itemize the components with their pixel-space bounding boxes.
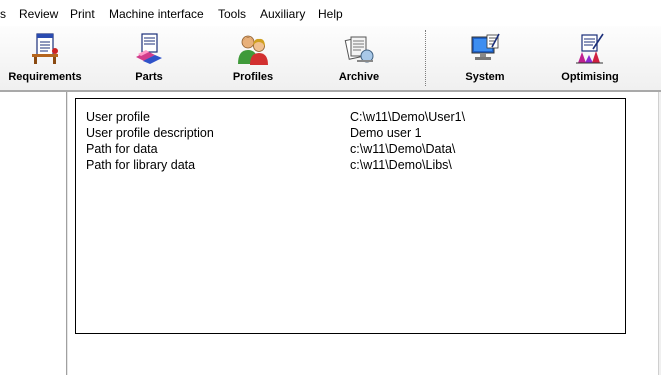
parts-icon (136, 33, 162, 64)
toolbar: Requirements Parts Profiles Archive Syst… (0, 26, 661, 90)
user-profile-label: User profile (86, 110, 150, 124)
system-label: System (465, 71, 505, 83)
system-icon (471, 33, 500, 60)
left-panel (0, 92, 67, 375)
optimising-icon (576, 33, 604, 64)
path-for-library-data-label: Path for library data (86, 158, 196, 172)
profiles-button[interactable]: Profiles (214, 29, 292, 87)
archive-icon (344, 36, 374, 63)
menu-item-help[interactable]: Help (318, 7, 343, 21)
info-row-user-profile: User profile C:\w11\Demo\User1\ (86, 109, 616, 125)
menu-item-machine-interface[interactable]: Machine interface (109, 7, 204, 21)
info-row-user-profile-description: User profile description Demo user 1 (86, 125, 616, 141)
info-row-path-for-library-data: Path for library data c:\w11\Demo\Libs\ (86, 157, 616, 173)
menu-item-review[interactable]: Review (19, 7, 58, 21)
user-profile-description-label: User profile description (86, 126, 214, 140)
optimising-button[interactable]: Optimising (551, 29, 629, 87)
path-for-data-value: c:\w11\Demo\Data\ (350, 142, 456, 156)
archive-label: Archive (338, 71, 380, 83)
archive-button[interactable]: Archive (320, 29, 398, 87)
path-for-library-data-value: c:\w11\Demo\Libs\ (350, 158, 452, 172)
toolbar-separator (425, 30, 426, 86)
user-profile-description-value: Demo user 1 (350, 126, 422, 140)
menu-item-tools[interactable]: Tools (218, 7, 246, 21)
parts-label: Parts (135, 71, 163, 83)
requirements-button[interactable]: Requirements (6, 29, 84, 87)
menu-item-truncated[interactable]: s (0, 7, 6, 21)
menu-bar: s Review Print Machine interface Tools A… (0, 0, 661, 27)
path-for-data-label: Path for data (86, 142, 158, 156)
parts-button[interactable]: Parts (110, 29, 188, 87)
info-row-path-for-data: Path for data c:\w11\Demo\Data\ (86, 141, 616, 157)
menu-item-auxiliary[interactable]: Auxiliary (260, 7, 305, 21)
user-profile-value: C:\w11\Demo\User1\ (350, 110, 466, 124)
system-button[interactable]: System (446, 29, 524, 87)
requirements-label: Requirements (8, 71, 82, 83)
profiles-icon (238, 35, 268, 65)
requirements-icon (32, 33, 58, 64)
optimising-label: Optimising (561, 71, 619, 83)
profiles-label: Profiles (232, 71, 274, 83)
user-profile-info-box: User profile C:\w11\Demo\User1\ User pro… (75, 98, 626, 334)
menu-item-print[interactable]: Print (70, 7, 95, 21)
